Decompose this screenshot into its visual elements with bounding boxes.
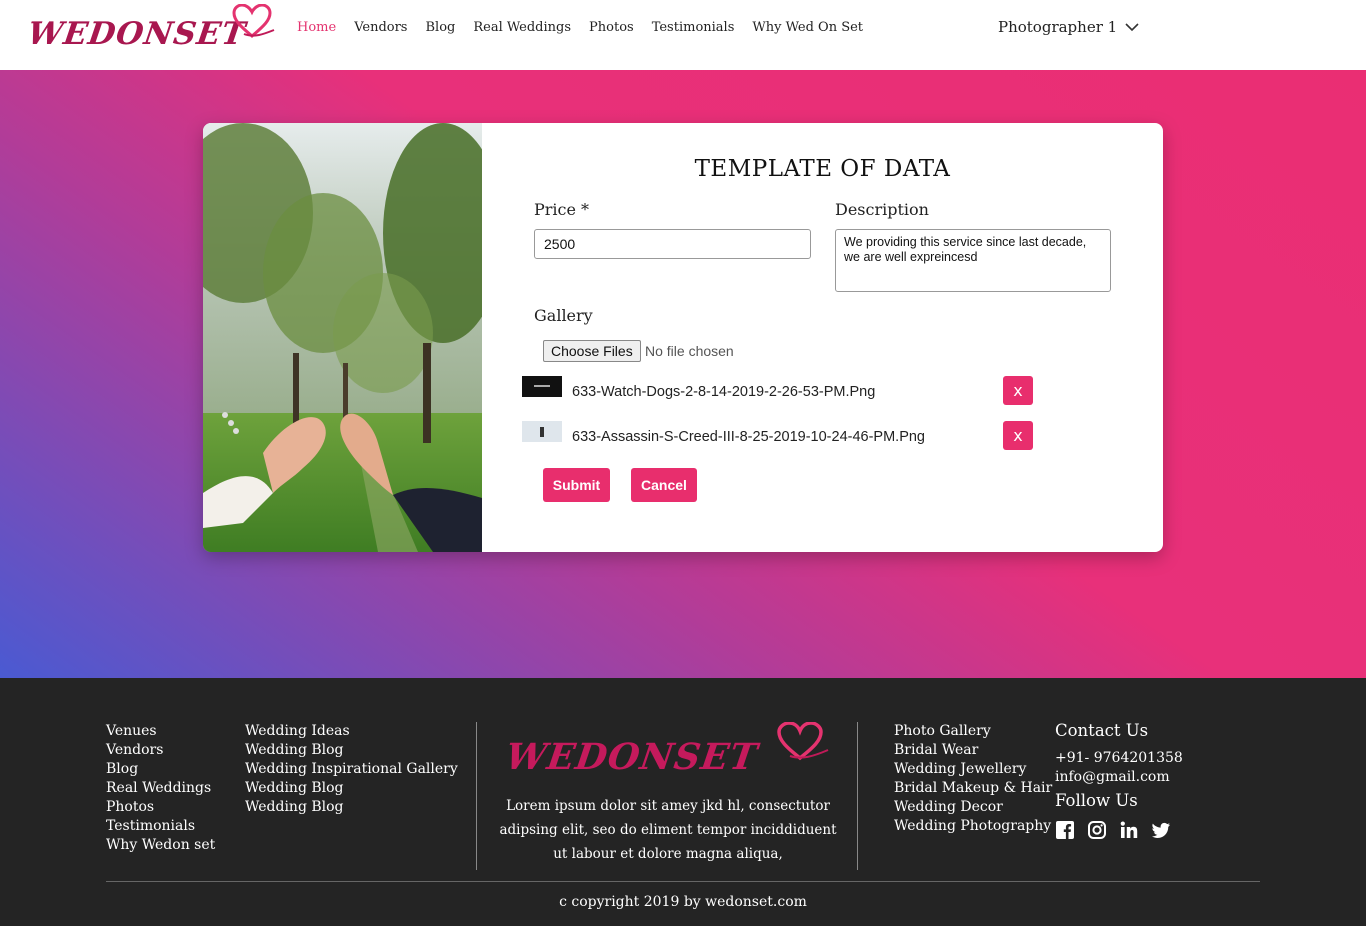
main-nav: Home Vendors Blog Real Weddings Photos Testim…	[297, 20, 881, 35]
footer-link[interactable]: Wedding Blog	[245, 798, 458, 817]
submit-button[interactable]: Submit	[543, 468, 610, 502]
footer-links-col2: Wedding Ideas Wedding Blog Wedding Inspira…	[245, 722, 458, 817]
instagram-icon[interactable]	[1087, 820, 1107, 840]
nav-item-blog[interactable]: Blog	[425, 20, 455, 35]
remove-file-button[interactable]: x	[1003, 421, 1033, 450]
footer-description: Lorem ipsum dolor sit amey jkd hl, conse…	[499, 798, 837, 862]
file-status: No file chosen	[645, 343, 734, 359]
contact-title: Contact Us	[1055, 721, 1149, 740]
contact-email[interactable]: info@gmail.com	[1055, 768, 1170, 787]
footer-separator	[106, 881, 1260, 882]
site-header: WEDONSET Home Vendors Blog Real Weddings Pho…	[0, 0, 1366, 70]
file-name: 633-Watch-Dogs-2-8-14-2019-2-26-53-PM.Pn…	[572, 384, 876, 400]
nav-item-why-wed-on-set[interactable]: Why Wed On Set	[752, 20, 863, 35]
footer-link[interactable]: Venues	[106, 722, 215, 741]
wedding-photo	[203, 123, 482, 552]
footer-link[interactable]: Blog	[106, 760, 215, 779]
gallery-label: Gallery	[534, 306, 593, 325]
footer-link[interactable]: Wedding Inspirational Gallery	[245, 760, 458, 779]
footer-link[interactable]: Bridal Makeup & Hair	[894, 779, 1052, 798]
price-input[interactable]	[534, 229, 811, 259]
file-thumbnail	[522, 376, 562, 397]
follow-title: Follow Us	[1055, 791, 1138, 810]
description-label: Description	[835, 200, 929, 219]
choose-files-button[interactable]: Choose Files	[543, 340, 641, 362]
facebook-icon[interactable]	[1055, 820, 1075, 840]
nav-item-testimonials[interactable]: Testimonials	[652, 20, 735, 35]
footer-link[interactable]: Photos	[106, 798, 215, 817]
nav-item-vendors[interactable]: Vendors	[354, 20, 407, 35]
footer-logo[interactable]: WEDONSET	[503, 722, 836, 786]
nav-item-photos[interactable]: Photos	[589, 20, 634, 35]
heart-icon	[232, 4, 275, 38]
footer-link[interactable]: Testimonials	[106, 817, 215, 836]
footer-links-col1: Venues Vendors Blog Real Weddings Photos Test…	[106, 722, 215, 855]
heart-icon	[777, 722, 829, 761]
site-footer: Venues Vendors Blog Real Weddings Photos Test…	[0, 678, 1366, 926]
footer-link[interactable]: Wedding Photography	[894, 817, 1052, 836]
footer-link[interactable]: Wedding Blog	[245, 741, 458, 760]
footer-link[interactable]: Vendors	[106, 741, 215, 760]
remove-file-button[interactable]: x	[1003, 376, 1033, 405]
footer-link[interactable]: Wedding Decor	[894, 798, 1052, 817]
footer-links-col3: Photo Gallery Bridal Wear Wedding Jeweller…	[894, 722, 1052, 836]
copyright-text: c copyright 2019 by wedonset.com	[559, 894, 807, 910]
description-textarea[interactable]: We providing this service since last dec…	[835, 229, 1111, 292]
price-label: Price *	[534, 200, 590, 219]
footer-logo-text: WEDONSET	[503, 736, 761, 778]
user-name: Photographer 1	[998, 18, 1118, 36]
chevron-down-icon	[1125, 22, 1139, 31]
linkedin-icon[interactable]	[1119, 820, 1139, 840]
form-title: TEMPLATE OF DATA	[694, 156, 951, 182]
twitter-icon[interactable]	[1151, 820, 1171, 840]
footer-link[interactable]: Wedding Blog	[245, 779, 458, 798]
file-name: 633-Assassin-S-Creed-III-8-25-2019-10-24…	[572, 429, 925, 445]
contact-phone: +91- 9764201358	[1055, 750, 1183, 766]
nav-item-home[interactable]: Home	[297, 20, 336, 35]
site-logo[interactable]: WEDONSET	[25, 4, 276, 56]
footer-divider	[857, 722, 858, 870]
nav-item-real-weddings[interactable]: Real Weddings	[473, 20, 571, 35]
footer-link[interactable]: Wedding Ideas	[245, 722, 458, 741]
footer-link[interactable]: Real Weddings	[106, 779, 215, 798]
file-thumbnail	[522, 421, 562, 442]
footer-link[interactable]: Photo Gallery	[894, 722, 1052, 741]
user-menu[interactable]: Photographer 1	[998, 18, 1139, 36]
cancel-button[interactable]: Cancel	[631, 468, 697, 502]
hero-section: TEMPLATE OF DATA Price * Description We …	[0, 70, 1366, 678]
footer-link[interactable]: Wedding Jewellery	[894, 760, 1052, 779]
footer-divider	[476, 722, 477, 870]
logo-text: WEDONSET	[25, 16, 249, 52]
form-card: TEMPLATE OF DATA Price * Description We …	[203, 123, 1163, 552]
footer-link[interactable]: Why Wedon set	[106, 836, 215, 855]
footer-link[interactable]: Bridal Wear	[894, 741, 1052, 760]
